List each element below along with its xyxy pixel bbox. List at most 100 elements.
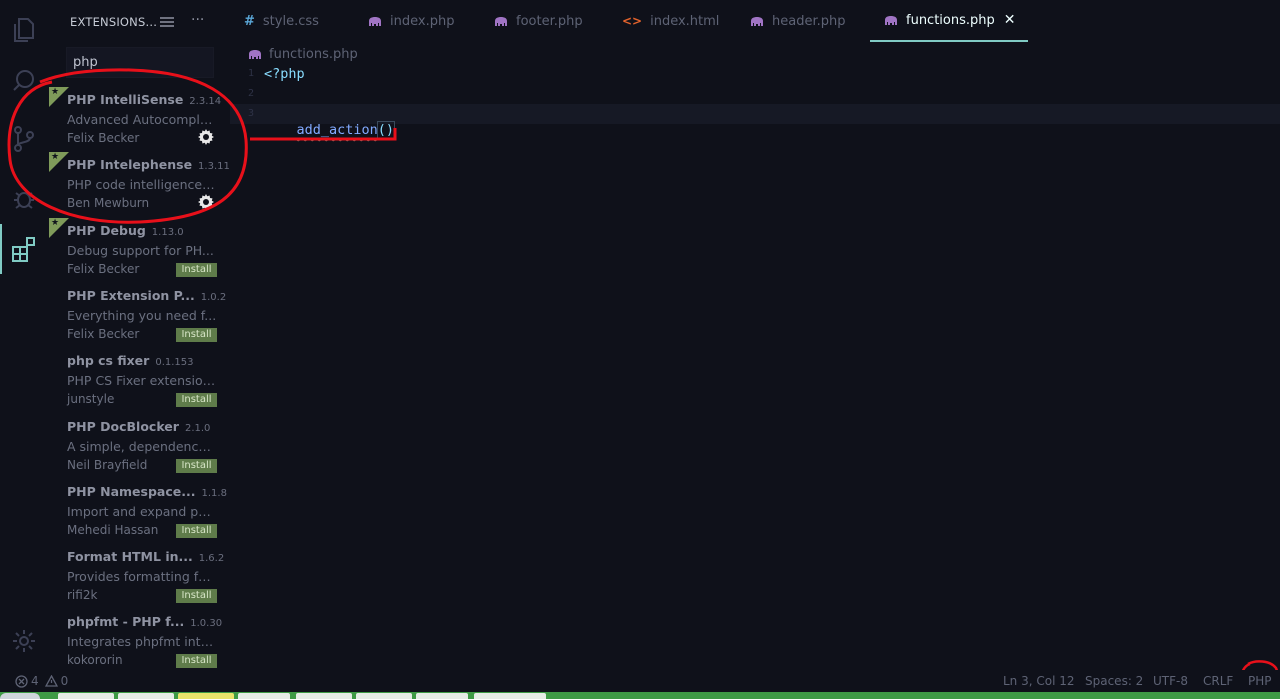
install-button[interactable]: Install xyxy=(176,262,217,277)
encoding[interactable]: UTF-8 xyxy=(1153,674,1188,688)
css-hash-icon: # xyxy=(244,13,255,29)
line-number: 3 xyxy=(247,108,254,119)
sidebar-title: EXTENSIONS... xyxy=(70,15,158,29)
extension-item[interactable]: ★ PHP Debug 1.13.0 Debug support for PH... F… xyxy=(48,217,230,283)
php-elephant-icon xyxy=(368,16,382,27)
explorer-files-icon[interactable] xyxy=(8,14,40,46)
breadcrumb-file: functions.php xyxy=(269,46,358,62)
star-icon: ★ xyxy=(51,152,60,163)
extension-item[interactable]: PHP Namespace... 1.1.8 Import and expand p… xyxy=(48,479,230,544)
tab-index-php[interactable]: index.php xyxy=(368,0,454,42)
extension-publisher: Neil Brayfield xyxy=(67,457,148,472)
active-view-indicator xyxy=(0,224,2,274)
extensions-icon[interactable] xyxy=(8,233,40,265)
cursor-position[interactable]: Ln 3, Col 12 xyxy=(1003,674,1075,688)
extension-name: PHP Namespace... 1.1.8 xyxy=(67,483,227,499)
code-parens: () xyxy=(376,121,396,139)
extensions-sidebar: EXTENSIONS... ··· ★ PHP IntelliSense2.3.1… xyxy=(48,0,230,670)
error-count: 4 xyxy=(31,674,39,688)
extension-settings-gear-icon[interactable] xyxy=(197,128,215,146)
line-ending[interactable]: CRLF xyxy=(1203,674,1233,688)
clear-list-icon[interactable] xyxy=(159,15,175,29)
close-tab-icon[interactable]: ✕ xyxy=(1004,12,1016,28)
indentation[interactable]: Spaces: 2 xyxy=(1085,674,1143,688)
extension-publisher: Felix Becker xyxy=(67,131,140,145)
extension-item[interactable]: ★ PHP IntelliSense 2.3.14 Advanced Autocomp… xyxy=(48,87,230,152)
extension-name: php cs fixer 0.1.153 xyxy=(67,353,194,369)
os-taskbar xyxy=(0,692,1280,699)
extension-version: 1.6.2 xyxy=(198,553,225,565)
extension-version: 1.0.2 xyxy=(200,291,227,303)
extension-name: phpfmt - PHP f... 1.0.30 xyxy=(67,614,223,630)
vscode-window: EXTENSIONS... ··· ★ PHP IntelliSense2.3.1… xyxy=(0,0,1280,699)
breadcrumb[interactable]: functions.php xyxy=(248,44,358,64)
extension-version: 1.13.0 xyxy=(151,226,184,238)
taskbar-button[interactable] xyxy=(416,693,468,699)
extension-search-input[interactable] xyxy=(66,47,214,78)
editor-tabs: # style.css index.php footer.php <> index.htm… xyxy=(230,0,1280,44)
extension-item[interactable]: phpfmt - PHP f... 1.0.30 Integrates phpfmt… xyxy=(48,609,230,674)
extension-description: A simple, dependency ... xyxy=(67,438,217,454)
extension-version: 0.1.153 xyxy=(155,357,194,369)
install-button[interactable]: Install xyxy=(176,393,217,408)
tab-style-css[interactable]: # style.css xyxy=(244,0,319,42)
extension-name: PHP IntelliSense 2.3.14 xyxy=(67,92,222,107)
star-icon: ★ xyxy=(51,217,60,228)
start-button[interactable] xyxy=(0,693,40,699)
extension-publisher: Mehedi Hassan xyxy=(67,522,159,537)
extension-description: PHP CS Fixer extension... xyxy=(67,373,217,389)
taskbar-button[interactable] xyxy=(58,693,114,699)
tab-label: functions.php xyxy=(906,12,995,28)
code-line-1[interactable]: <?php xyxy=(264,66,305,82)
extension-description: Provides formatting fo... xyxy=(67,569,217,585)
extension-item[interactable]: PHP Extension P... 1.0.2 Everything you ne… xyxy=(48,283,230,348)
activity-bar xyxy=(0,0,48,670)
extension-settings-gear-icon[interactable] xyxy=(197,193,215,211)
debug-bug-icon[interactable] xyxy=(8,182,40,214)
code-function-call: add_action xyxy=(296,122,378,138)
html-brackets-icon: <> xyxy=(622,14,643,28)
extension-name: PHP Intelephense 1.3.11 xyxy=(67,157,230,173)
tab-label: style.css xyxy=(262,13,319,29)
tab-functions-php[interactable]: functions.php ✕ xyxy=(870,0,1028,42)
problems-indicator[interactable]: 4 0 xyxy=(15,674,68,688)
install-button[interactable]: Install xyxy=(176,654,217,669)
extension-name: PHP Extension P... 1.0.2 xyxy=(67,287,227,303)
taskbar-button[interactable] xyxy=(296,693,352,699)
extension-item[interactable]: php cs fixer 0.1.153 PHP CS Fixer extensio… xyxy=(48,348,230,413)
extension-version: 1.3.11 xyxy=(198,161,230,173)
extension-publisher: Felix Becker xyxy=(67,261,140,276)
language-mode[interactable]: PHP xyxy=(1248,674,1272,688)
taskbar-button[interactable] xyxy=(474,693,546,699)
taskbar-button[interactable] xyxy=(178,693,234,699)
php-elephant-icon xyxy=(884,15,898,26)
extension-publisher: kokororin xyxy=(67,653,123,668)
extension-version: 1.0.30 xyxy=(190,618,223,630)
extension-version: 2.1.0 xyxy=(184,422,211,434)
extension-item[interactable]: PHP DocBlocker 2.1.0 A simple, dependency … xyxy=(48,414,230,479)
extension-item[interactable]: ★ PHP Intelephense 1.3.11 PHP code intellig… xyxy=(48,152,230,217)
taskbar-button[interactable] xyxy=(238,693,290,699)
extension-item[interactable]: Format HTML in... 1.6.2 Provides formattin… xyxy=(48,544,230,609)
taskbar-button[interactable] xyxy=(356,693,412,699)
install-button[interactable]: Install xyxy=(176,589,217,604)
extension-name: Format HTML in... 1.6.2 xyxy=(67,549,225,565)
error-icon xyxy=(15,674,28,688)
source-control-icon[interactable] xyxy=(8,123,40,155)
tab-header-php[interactable]: header.php xyxy=(750,0,845,42)
tab-footer-php[interactable]: footer.php xyxy=(494,0,583,42)
php-elephant-icon xyxy=(494,16,508,27)
code-line-3[interactable]: add_action() xyxy=(264,106,396,154)
install-button[interactable]: Install xyxy=(176,523,217,538)
install-button[interactable]: Install xyxy=(176,458,217,473)
more-actions-icon[interactable]: ··· xyxy=(191,12,204,28)
warning-icon xyxy=(44,675,58,687)
php-elephant-icon xyxy=(248,49,262,60)
taskbar-button[interactable] xyxy=(118,693,174,699)
manage-gear-icon[interactable] xyxy=(8,625,40,657)
search-icon[interactable] xyxy=(8,64,40,96)
install-button[interactable]: Install xyxy=(176,327,217,342)
tab-index-html[interactable]: <> index.html xyxy=(622,0,719,42)
tab-label: header.php xyxy=(772,13,846,29)
line-number: 2 xyxy=(247,88,254,99)
